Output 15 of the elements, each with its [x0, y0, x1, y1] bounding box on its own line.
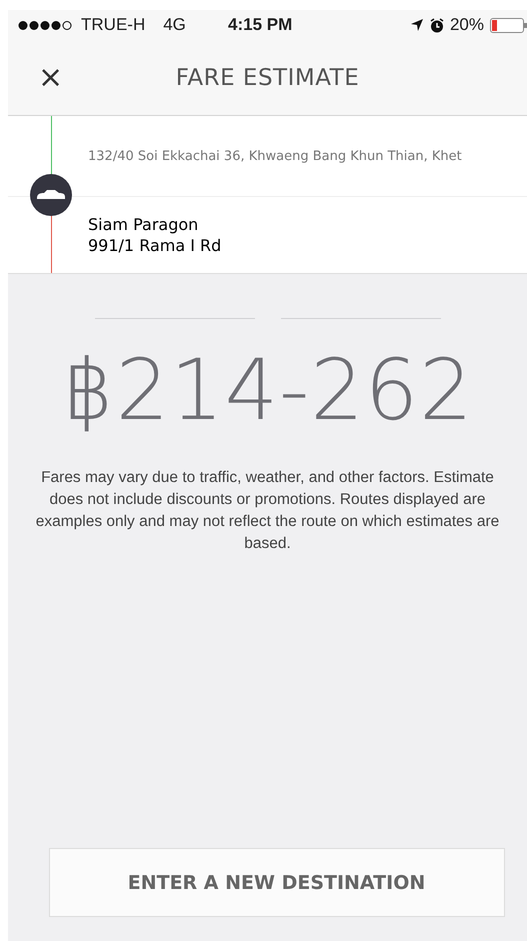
destination-name[interactable]: Siam Paragon	[88, 215, 527, 234]
fare-range: ฿214-262	[61, 341, 474, 439]
pickup-address[interactable]: 132/40 Soi Ekkachai 36, Khwaeng Bang Khun Thian, Khet	[88, 148, 527, 164]
fare-disclaimer: Fares may vary due to traffic, weather, and other factors. Estimate does not include discounts or promotions. Routes displayed are examples only and may not reflect the route on which estimates are based.	[34, 468, 500, 554]
carrier-name: TRUE-H	[81, 15, 146, 35]
clock-time: 4:15 PM	[228, 15, 294, 35]
screen-title: FARE ESTIMATE	[174, 64, 360, 90]
new-destination-button[interactable]: ENTER A NEW DESTINATION	[48, 848, 504, 917]
alarm-clock-icon	[430, 18, 444, 32]
battery-percent: 20%	[450, 15, 484, 35]
car-marker-icon	[30, 174, 72, 216]
close-button[interactable]: ×	[8, 60, 88, 95]
destination-address: 991/1 Rama I Rd	[88, 236, 222, 255]
location-arrow-icon	[410, 18, 424, 32]
network-type: 4G	[163, 15, 186, 35]
